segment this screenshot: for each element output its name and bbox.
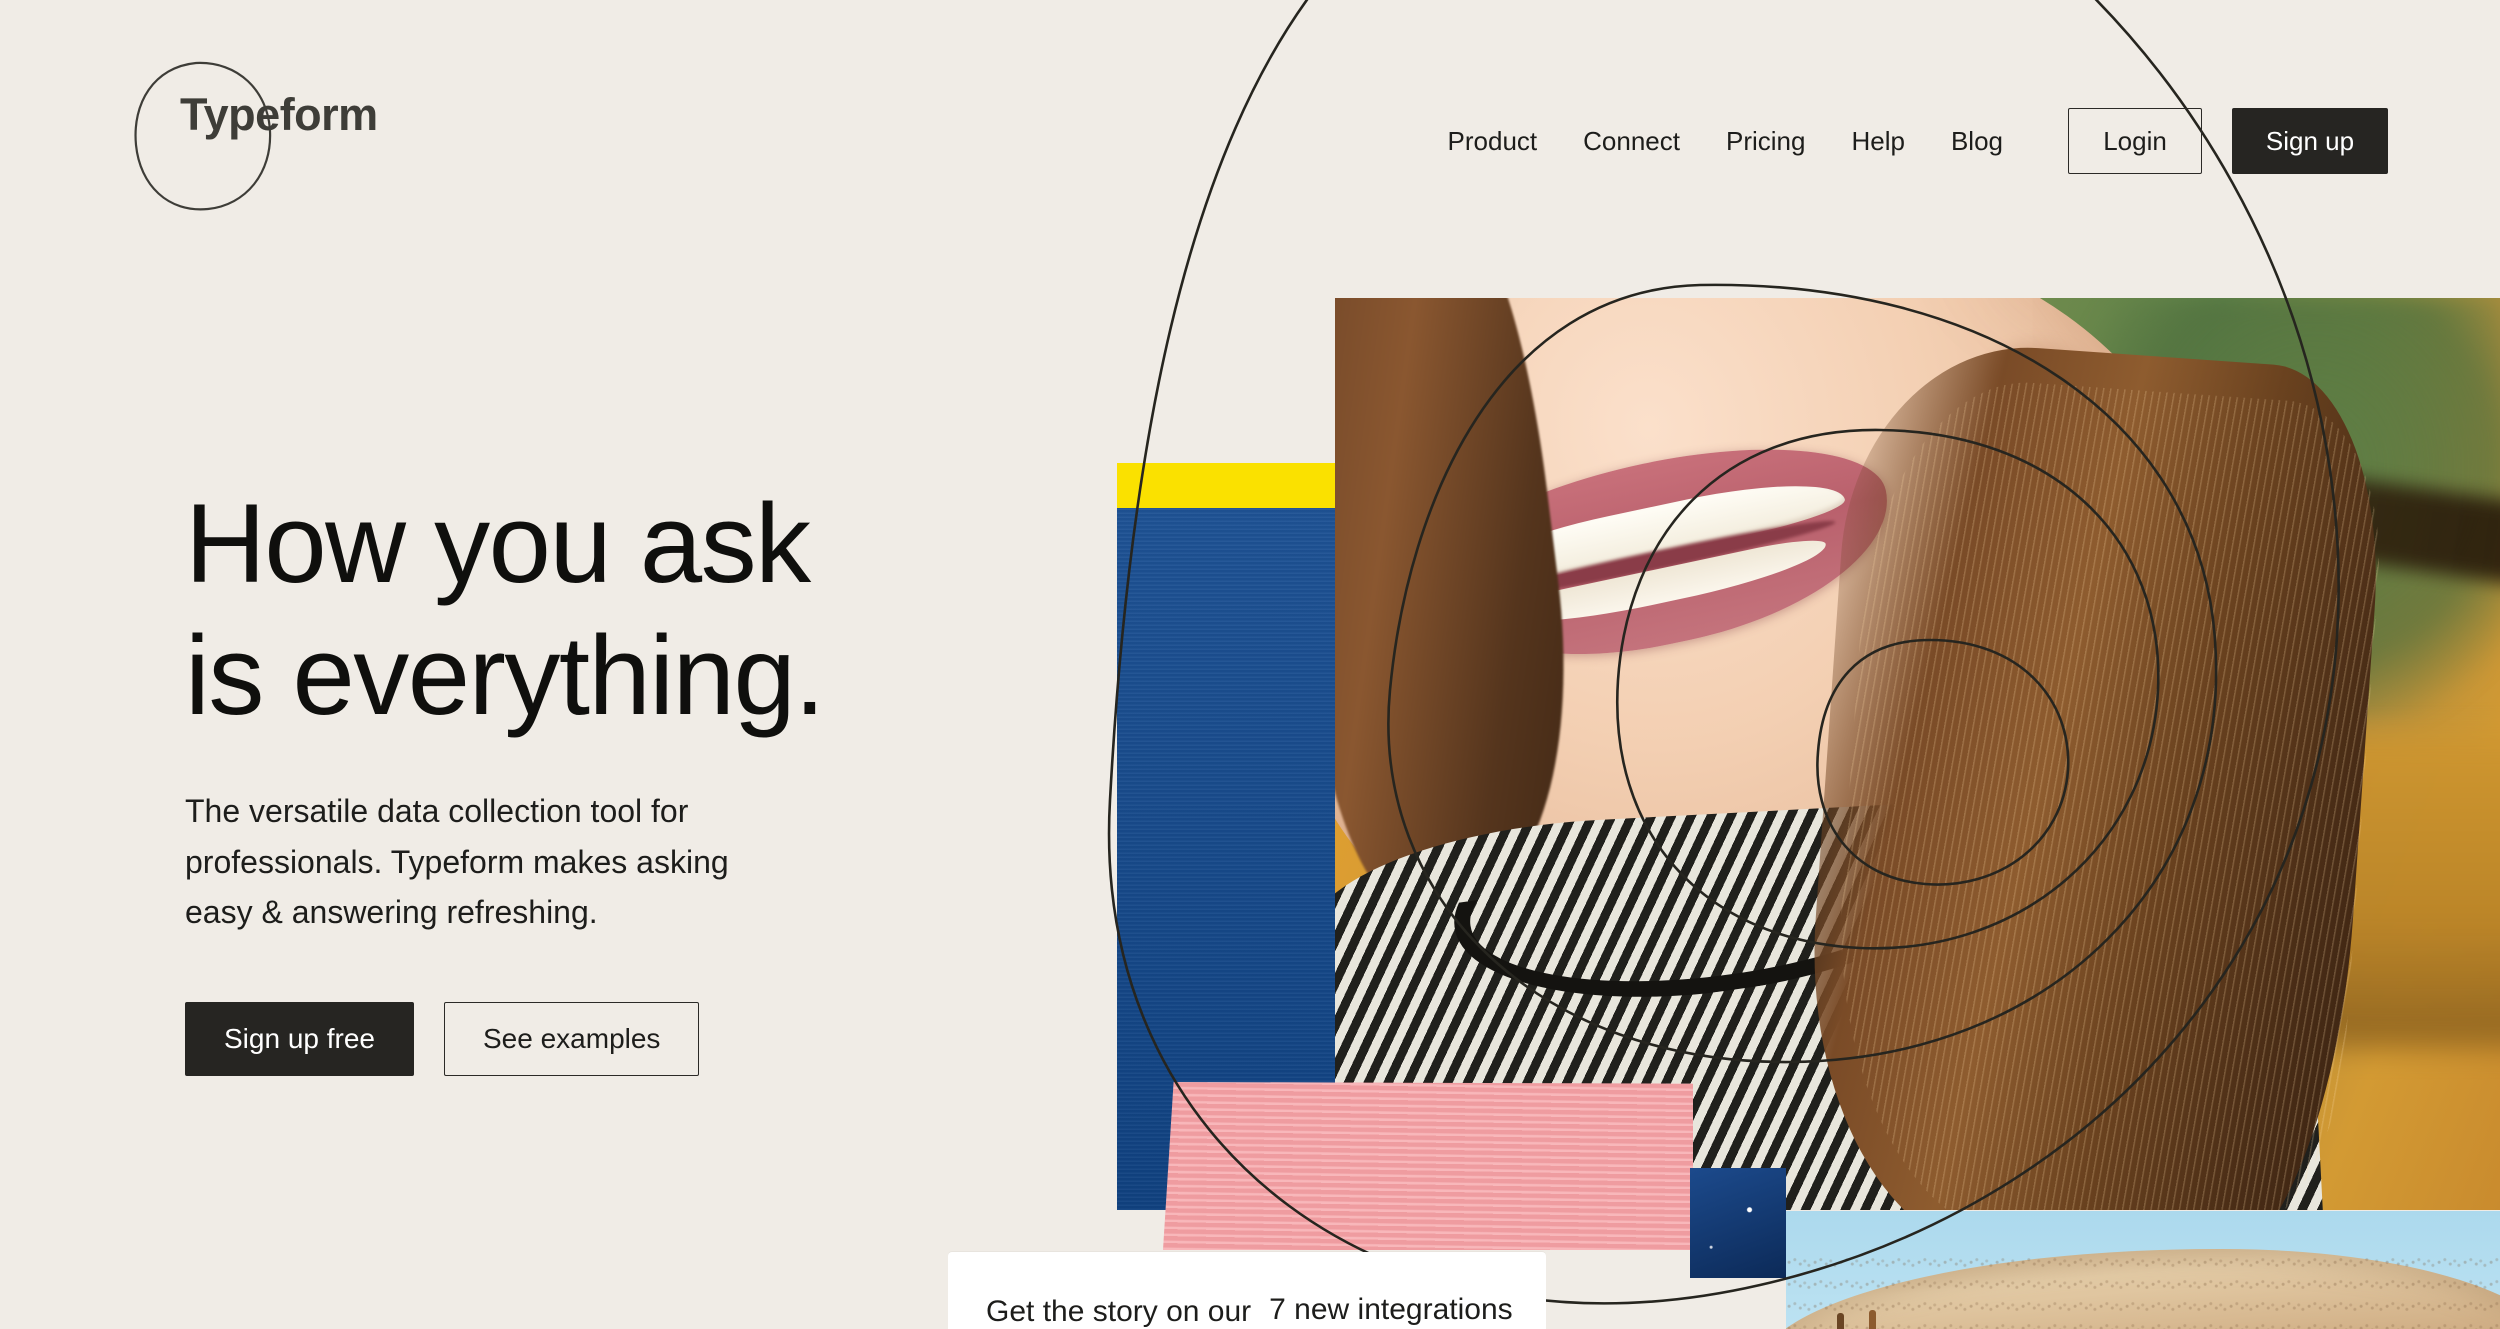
portrait-upper-teeth xyxy=(1455,467,1849,595)
portrait-collar xyxy=(1440,754,1999,1027)
collage-night-sky-block xyxy=(1690,1168,1786,1278)
logo[interactable]: Typeform xyxy=(110,55,450,211)
portrait-ochre-band xyxy=(1987,735,2500,1046)
desert-photo xyxy=(1786,1211,2500,1329)
portrait-lower-teeth xyxy=(1495,533,1831,638)
hero-section: How you ask is everything. The versatile… xyxy=(185,478,1185,1076)
collage-pink-block xyxy=(1163,1082,1693,1250)
circle-third xyxy=(1615,428,2160,950)
portrait-background xyxy=(1335,298,2500,1210)
portrait-lips xyxy=(1414,415,1909,691)
portrait-face xyxy=(1335,298,2277,1078)
collage-blue-block xyxy=(1117,508,1687,1210)
portrait-nose xyxy=(1987,334,2104,417)
main-navigation: Product Connect Pricing Help Blog Login … xyxy=(1425,108,2388,174)
portrait-photo xyxy=(1335,298,2500,1210)
desert-sky xyxy=(1786,1211,2500,1329)
logo-wordmark: Typeform xyxy=(180,89,378,140)
desert-figure xyxy=(1868,1310,1876,1329)
nav-link-connect[interactable]: Connect xyxy=(1560,128,1703,154)
see-examples-button[interactable]: See examples xyxy=(444,1001,700,1076)
hero-cta-group: Sign up free See examples xyxy=(185,1001,1185,1076)
hero-subheadline: The versatile data collection tool for p… xyxy=(185,793,729,931)
logo-circle-icon xyxy=(134,61,272,211)
desert-sand-grain xyxy=(1786,1246,2500,1329)
circle-second xyxy=(1387,283,2218,1064)
portrait-hair-right xyxy=(1793,335,2392,1210)
hero-headline: How you ask is everything. xyxy=(185,481,825,739)
site-header: Typeform Product Connect Pricing Help Bl… xyxy=(0,0,2500,230)
portrait-hair-strands xyxy=(1818,372,2390,1210)
promo-banner: Get the story on our 7 new integrations xyxy=(948,1252,1546,1329)
portrait-hair-left xyxy=(1335,298,1596,914)
portrait-smile xyxy=(1414,415,1909,691)
promo-banner-text: Get the story on our xyxy=(986,1295,1252,1328)
signup-button[interactable]: Sign up xyxy=(2232,108,2388,174)
circle-inner xyxy=(1816,638,2070,886)
signup-free-button[interactable]: Sign up free xyxy=(185,1001,414,1076)
nav-link-pricing[interactable]: Pricing xyxy=(1703,128,1828,154)
portrait-mouth-gap xyxy=(1478,512,1838,607)
promo-banner-link[interactable]: 7 new integrations xyxy=(1269,1293,1513,1329)
nav-link-product[interactable]: Product xyxy=(1425,128,1561,154)
landing-page: Typeform Product Connect Pricing Help Bl… xyxy=(0,0,2500,1329)
desert-figure xyxy=(1837,1313,1845,1329)
nav-link-help[interactable]: Help xyxy=(1828,128,1927,154)
desert-dune xyxy=(1786,1248,2500,1329)
portrait-green-patch xyxy=(2080,298,2500,718)
login-button[interactable]: Login xyxy=(2068,108,2202,174)
portrait-dark-bar xyxy=(2008,432,2500,611)
nav-link-blog[interactable]: Blog xyxy=(1928,128,2026,154)
portrait-striped-shirt xyxy=(1335,782,2326,1210)
